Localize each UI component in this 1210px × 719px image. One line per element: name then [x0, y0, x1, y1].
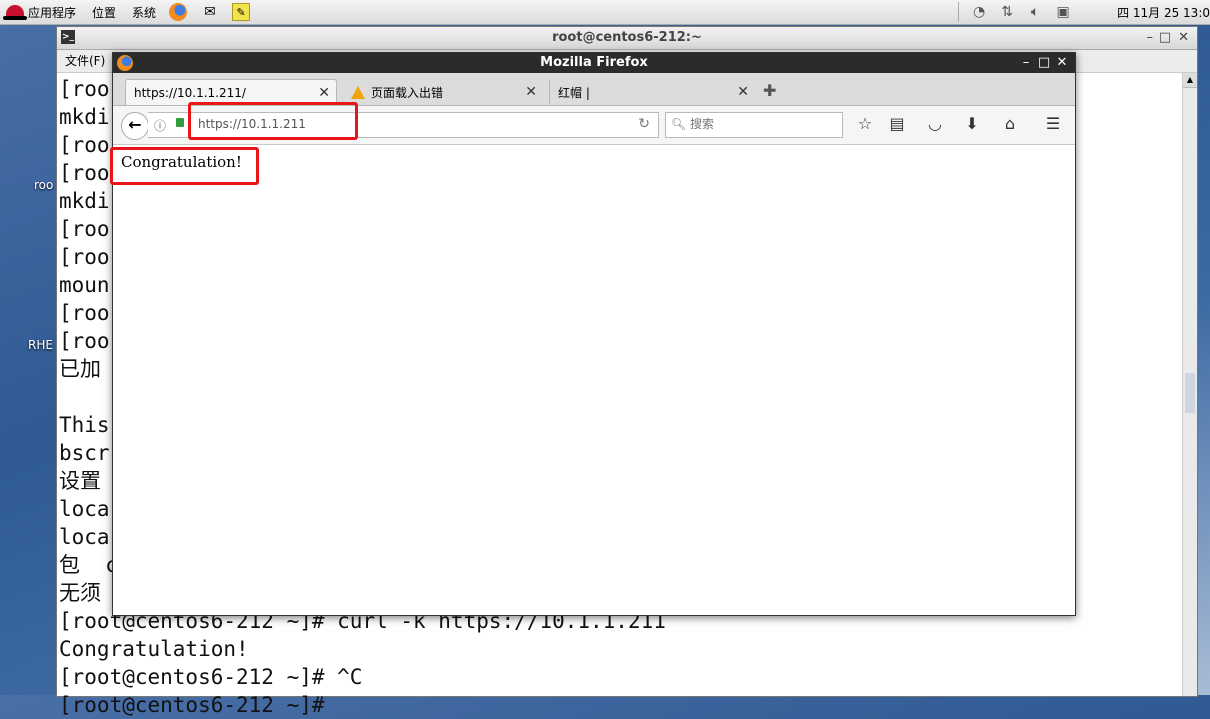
close-icon[interactable]: ✕ — [1178, 27, 1189, 49]
system-menu-label: 系统 — [132, 5, 157, 20]
top-panel: 应用程序 位置 系统 ✉ ✎ ◔ ⇅ 🔈︎ ▣ 四 11月 25 13:0 — [0, 0, 1210, 25]
url-highlight-box — [188, 102, 358, 140]
page-content[interactable]: Congratulation! — [113, 145, 1075, 615]
places-menu[interactable]: 位置 — [82, 0, 122, 24]
search-box[interactable]: 🔍︎ — [665, 112, 843, 138]
firefox-icon — [117, 55, 133, 71]
back-arrow-icon[interactable]: ← — [121, 112, 149, 140]
maximize-icon[interactable]: □ — [1035, 53, 1053, 73]
desktop-icon-label[interactable]: roo — [34, 178, 53, 192]
reading-list-icon[interactable]: ▤ — [885, 114, 909, 138]
tab-label: 红帽 | — [558, 85, 590, 100]
terminal-title: root@centos6-212:~ — [552, 30, 702, 45]
scroll-up-icon[interactable]: ▲ — [1183, 73, 1197, 88]
pocket-icon[interactable]: ◡ — [923, 114, 947, 138]
home-icon[interactable]: ⌂ — [998, 114, 1022, 138]
search-input[interactable] — [688, 116, 837, 132]
places-menu-label: 位置 — [92, 5, 117, 20]
tab-redhat[interactable]: 红帽 | ✕ — [549, 79, 755, 105]
minimize-icon[interactable]: – — [1017, 53, 1035, 73]
tab-label: https://10.1.1.211/ — [134, 85, 246, 100]
terminal-line: [root@centos6-212 ~]# ^C — [59, 665, 363, 689]
search-icon: 🔍︎ — [671, 117, 687, 131]
download-icon[interactable]: ⬇ — [960, 114, 984, 138]
firefox-launcher-icon[interactable] — [168, 3, 188, 21]
lock-icon — [176, 118, 184, 127]
tab-page-load-error[interactable]: 页面载入出错 ✕ — [343, 79, 543, 105]
clock-applet-icon[interactable]: ◔ — [969, 2, 989, 22]
new-tab-icon[interactable]: ✚ — [763, 81, 776, 100]
tab-close-icon[interactable]: ✕ — [737, 84, 749, 100]
volume-icon[interactable]: 🔈︎ — [1025, 2, 1045, 22]
file-menu[interactable]: 文件(F) — [65, 54, 105, 68]
content-highlight-box — [110, 147, 259, 185]
minimize-icon[interactable]: – — [1147, 27, 1154, 49]
tab-close-icon[interactable]: ✕ — [318, 85, 330, 101]
system-tray: ◔ ⇅ 🔈︎ ▣ 四 11月 25 13:0 — [952, 0, 1210, 24]
maximize-icon[interactable]: □ — [1159, 27, 1171, 49]
scrollbar-thumb[interactable] — [1185, 373, 1195, 413]
display-icon[interactable]: ▣ — [1053, 2, 1073, 22]
terminal-scrollbar[interactable]: ▲ — [1182, 73, 1197, 696]
warning-icon — [351, 85, 365, 99]
applications-menu[interactable]: 应用程序 — [0, 0, 82, 24]
redhat-logo-icon — [3, 5, 27, 20]
terminal-line: [root@centos6-212 ~]# — [59, 693, 338, 717]
bookmark-star-icon[interactable]: ☆ — [853, 114, 877, 138]
notes-launcher-icon[interactable]: ✎ — [232, 3, 251, 21]
terminal-titlebar[interactable]: >_ root@centos6-212:~ – □ ✕ — [57, 27, 1197, 50]
firefox-title: Mozilla Firefox — [540, 55, 648, 70]
terminal-line: Congratulation! — [59, 637, 249, 661]
terminal-icon: >_ — [61, 30, 75, 44]
system-menu[interactable]: 系统 — [122, 0, 162, 24]
close-icon[interactable]: ✕ — [1053, 53, 1071, 73]
desktop-icon-label[interactable]: RHE — [28, 338, 53, 352]
reload-icon[interactable]: ↻ — [638, 116, 650, 132]
tab-close-icon[interactable]: ✕ — [525, 84, 537, 100]
clock[interactable]: 四 11月 25 13:0 — [1117, 4, 1210, 21]
menu-icon[interactable]: ☰ — [1041, 114, 1065, 138]
info-icon[interactable]: ⓘ — [154, 117, 166, 134]
mail-launcher-icon[interactable]: ✉ — [200, 3, 220, 21]
tab-label: 页面载入出错 — [371, 85, 444, 100]
firefox-titlebar[interactable]: Mozilla Firefox – □ ✕ — [113, 53, 1075, 73]
applications-menu-label: 应用程序 — [28, 5, 77, 20]
network-icon[interactable]: ⇅ — [997, 2, 1017, 22]
